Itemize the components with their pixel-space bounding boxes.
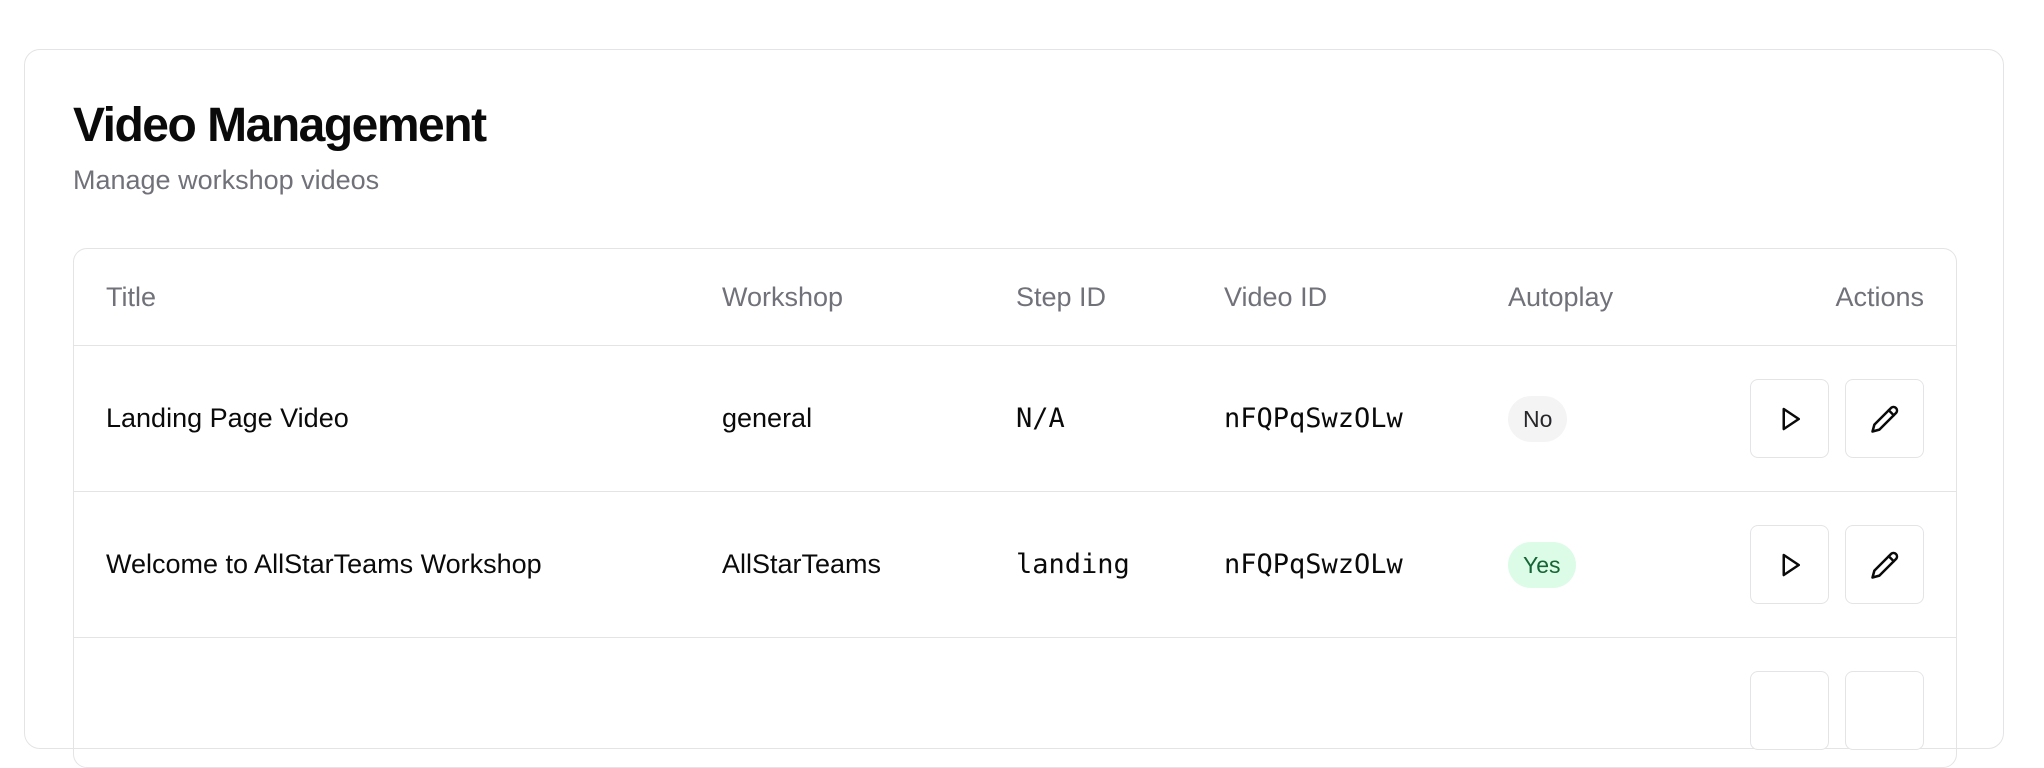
edit-video-button[interactable] (1845, 525, 1924, 604)
cell-workshop: general (722, 346, 1016, 492)
pencil-icon (1870, 550, 1900, 580)
play-icon (1775, 550, 1805, 580)
cell-title: Landing Page Video (74, 346, 722, 492)
table-header-row: Title Workshop Step ID Video ID Autoplay… (74, 249, 1956, 346)
cell-video-id (1224, 638, 1508, 768)
step-id-value: N/A (1016, 403, 1065, 434)
edit-video-button[interactable] (1845, 671, 1924, 750)
cell-video-id: nFQPqSwzOLw (1224, 492, 1508, 638)
cell-autoplay: Yes (1508, 492, 1708, 638)
video-id-value: nFQPqSwzOLw (1224, 403, 1403, 434)
cell-workshop: AllStarTeams (722, 492, 1016, 638)
videos-table: Title Workshop Step ID Video ID Autoplay… (74, 249, 1956, 768)
column-header-autoplay: Autoplay (1508, 249, 1708, 346)
play-icon (1775, 404, 1805, 434)
autoplay-badge: Yes (1508, 542, 1576, 588)
table-body: Landing Page Video general N/A nFQPqSwzO… (74, 346, 1956, 768)
videos-table-container: Title Workshop Step ID Video ID Autoplay… (73, 248, 1957, 768)
column-header-step-id: Step ID (1016, 249, 1224, 346)
row-actions (1708, 525, 1924, 604)
cell-autoplay (1508, 638, 1708, 768)
row-actions (1708, 379, 1924, 458)
play-video-button[interactable] (1750, 525, 1829, 604)
column-header-workshop: Workshop (722, 249, 1016, 346)
cell-actions (1708, 638, 1956, 768)
page-title: Video Management (73, 96, 486, 156)
cell-workshop (722, 638, 1016, 768)
cell-title: Welcome to AllStarTeams Workshop (74, 492, 722, 638)
step-id-value: landing (1016, 549, 1130, 580)
row-actions (1708, 671, 1924, 750)
table-row: Welcome to AllStarTeams Workshop AllStar… (74, 492, 1956, 638)
pencil-icon (1870, 404, 1900, 434)
cell-autoplay: No (1508, 346, 1708, 492)
cell-step-id: N/A (1016, 346, 1224, 492)
column-header-video-id: Video ID (1224, 249, 1508, 346)
cell-step-id (1016, 638, 1224, 768)
table-header: Title Workshop Step ID Video ID Autoplay… (74, 249, 1956, 346)
card-header: Video Management Manage workshop videos (73, 96, 486, 198)
autoplay-badge: No (1508, 396, 1567, 442)
video-id-value: nFQPqSwzOLw (1224, 549, 1403, 580)
edit-video-button[interactable] (1845, 379, 1924, 458)
column-header-actions: Actions (1708, 249, 1956, 346)
table-row (74, 638, 1956, 768)
column-header-title: Title (74, 249, 722, 346)
cell-actions (1708, 492, 1956, 638)
table-row: Landing Page Video general N/A nFQPqSwzO… (74, 346, 1956, 492)
video-management-card: Video Management Manage workshop videos … (24, 49, 2004, 749)
play-video-button[interactable] (1750, 671, 1829, 750)
cell-video-id: nFQPqSwzOLw (1224, 346, 1508, 492)
cell-actions (1708, 346, 1956, 492)
cell-title (74, 638, 722, 768)
play-video-button[interactable] (1750, 379, 1829, 458)
cell-step-id: landing (1016, 492, 1224, 638)
page-subtitle: Manage workshop videos (73, 162, 486, 198)
